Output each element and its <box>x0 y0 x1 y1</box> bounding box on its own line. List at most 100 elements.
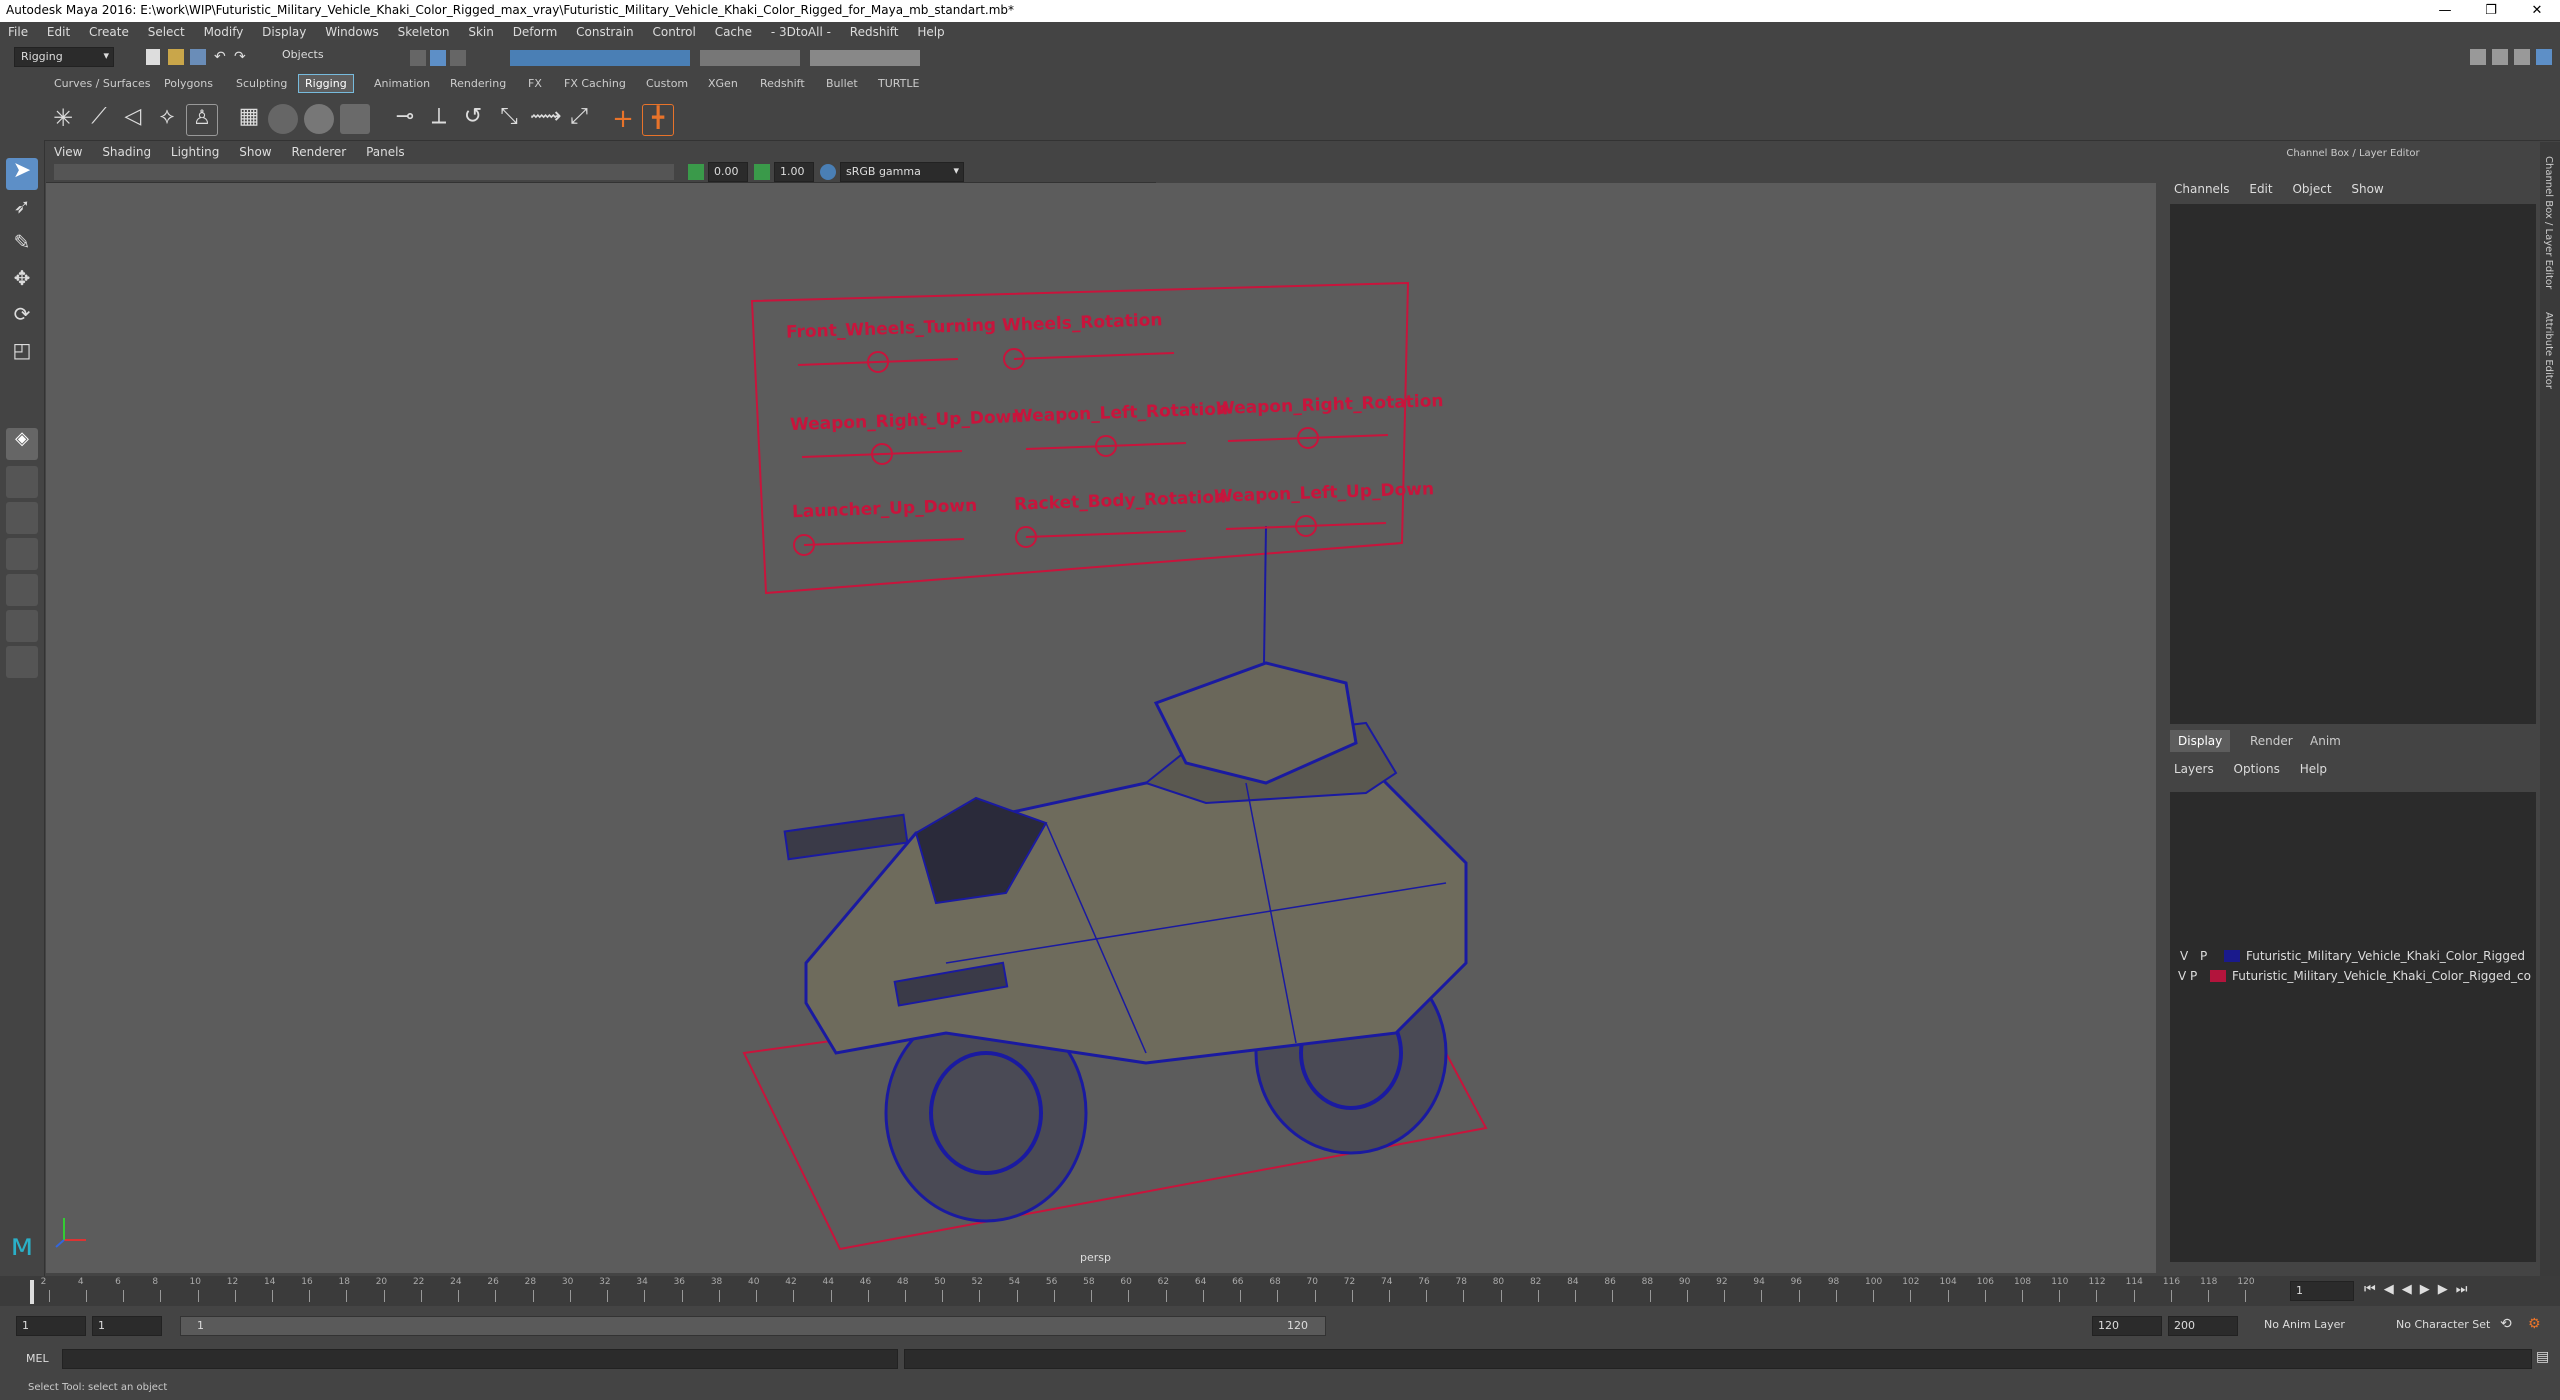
cluster-icon[interactable] <box>268 104 298 134</box>
layout-icon[interactable] <box>2492 49 2508 65</box>
save-scene-icon[interactable] <box>190 49 206 65</box>
layer-visibility-toggle[interactable]: V <box>2180 949 2188 963</box>
select-tool-icon[interactable]: ➤ <box>6 158 38 190</box>
panel-menu-shading[interactable]: Shading <box>94 142 159 159</box>
help-menu[interactable]: Help <box>2292 762 2335 776</box>
preferences-icon[interactable]: ⚙ <box>2528 1316 2546 1334</box>
layout-list-icon[interactable] <box>6 574 38 606</box>
shelf-tab-fx-caching[interactable]: FX Caching <box>564 77 626 90</box>
current-time-marker[interactable] <box>30 1280 34 1304</box>
shelf-tab-sculpting[interactable]: Sculpting <box>236 77 287 90</box>
menu-deform[interactable]: Deform <box>505 22 565 39</box>
move-tool-icon[interactable]: ✥ <box>6 266 38 298</box>
exposure-icon[interactable] <box>688 164 704 180</box>
color-space-dropdown[interactable]: sRGB gamma ▾ <box>840 162 964 182</box>
channel-box-area[interactable] <box>2170 204 2536 724</box>
channels-menu[interactable]: Channels <box>2166 182 2238 196</box>
paint-select-icon[interactable]: ✎ <box>6 230 38 262</box>
ik-handle-icon[interactable]: ⟋ <box>84 104 114 134</box>
edit-menu[interactable]: Edit <box>2241 182 2280 196</box>
parent-constraint-icon[interactable]: ⊸ <box>390 104 420 134</box>
layer-color-swatch[interactable] <box>2224 950 2240 962</box>
shelf-tab-rigging[interactable]: Rigging <box>298 74 354 93</box>
shelf-tab-turtle[interactable]: TURTLE <box>878 77 919 90</box>
vehicle-model[interactable] <box>783 661 1468 1223</box>
menu-file[interactable]: File <box>0 22 35 39</box>
shelf-tab-fx[interactable]: FX <box>528 77 542 90</box>
anim-layer-dropdown[interactable]: No Anim Layer <box>2264 1318 2345 1331</box>
side-tab-attribute-editor[interactable]: Attribute Editor <box>2543 312 2554 389</box>
panel-menu-panels[interactable]: Panels <box>358 142 413 159</box>
lasso-tool-icon[interactable]: ➶ <box>6 194 38 226</box>
four-view-icon[interactable] <box>6 466 38 498</box>
menu-3dtoall[interactable]: - 3DtoAll - <box>763 22 838 39</box>
menu-create[interactable]: Create <box>81 22 136 39</box>
paint-weights-icon[interactable] <box>340 104 370 134</box>
layer-playback-toggle[interactable]: P <box>2190 969 2197 983</box>
single-view-icon[interactable]: ◈ <box>6 428 38 460</box>
layout-icon[interactable] <box>2470 49 2486 65</box>
end-time-field[interactable]: 200 <box>2168 1316 2238 1336</box>
menu-modify[interactable]: Modify <box>196 22 251 39</box>
set-driven-key-icon[interactable]: ╋ <box>642 104 674 136</box>
time-slider[interactable]: 2 4 6 8 10 12 14 16 18 20 22 24 26 28 30 32 34 36 38 40 42 44… <box>0 1276 2560 1306</box>
gamma-icon[interactable] <box>754 164 770 180</box>
restore-button[interactable]: ❐ <box>2468 0 2514 22</box>
shelf-tab-custom[interactable]: Custom <box>646 77 688 90</box>
select-component-icon[interactable] <box>450 50 466 66</box>
menu-constrain[interactable]: Constrain <box>568 22 641 39</box>
start-time-field[interactable]: 1 <box>16 1316 86 1336</box>
layer-playback-toggle[interactable]: P <box>2200 949 2207 963</box>
ik-spline-icon[interactable]: ◁ <box>118 104 148 134</box>
shelf-tab-xgen[interactable]: XGen <box>708 77 738 90</box>
command-input[interactable] <box>62 1349 898 1369</box>
layer-visibility-toggle[interactable]: V <box>2178 969 2186 983</box>
minimize-button[interactable]: — <box>2422 0 2468 22</box>
shelf-tab-curves[interactable]: Curves / Surfaces <box>54 77 151 90</box>
rotate-tool-icon[interactable]: ⟳ <box>6 302 38 334</box>
select-hierarchy-icon[interactable] <box>410 50 426 66</box>
persp-graph-icon[interactable] <box>6 538 38 570</box>
gamma-field[interactable]: 1.00 <box>774 162 814 182</box>
character-set-dropdown[interactable]: No Character Set <box>2396 1318 2490 1331</box>
options-menu[interactable]: Options <box>2226 762 2288 776</box>
playback-controls[interactable]: ⏮◀◀▶▶⏭ <box>2364 1282 2475 1297</box>
layer-tab-display[interactable]: Display <box>2170 730 2231 752</box>
layer-tab-anim[interactable]: Anim <box>2302 730 2349 752</box>
color-management-icon[interactable] <box>820 164 836 180</box>
current-frame-field[interactable]: 1 <box>2290 1281 2354 1301</box>
show-menu[interactable]: Show <box>2343 182 2391 196</box>
panel-menu-view[interactable]: View <box>46 142 90 159</box>
joint-tool-icon[interactable]: ✳ <box>48 104 78 134</box>
open-scene-icon[interactable] <box>168 49 184 65</box>
perspective-viewport[interactable]: Front_Wheels_Turning Wheels_Rotation Weapo… <box>46 183 2156 1273</box>
locator-icon[interactable]: + <box>608 104 638 134</box>
close-button[interactable]: ✕ <box>2514 0 2560 22</box>
menu-select[interactable]: Select <box>140 22 192 39</box>
menu-display[interactable]: Display <box>254 22 313 39</box>
layout-icon[interactable] <box>2514 49 2530 65</box>
humanik-icon[interactable]: ♙ <box>186 104 218 136</box>
menu-skeleton[interactable]: Skeleton <box>390 22 457 39</box>
menu-cache[interactable]: Cache <box>707 22 759 39</box>
bind-skin-icon[interactable] <box>304 104 334 134</box>
auto-key-icon[interactable]: ⟲ <box>2500 1316 2518 1334</box>
select-object-icon[interactable] <box>430 50 446 66</box>
layout-hypershade-icon[interactable] <box>6 646 38 678</box>
menu-help[interactable]: Help <box>909 22 951 39</box>
render-icons-group[interactable] <box>810 50 920 66</box>
lattice-icon[interactable]: ▦ <box>234 104 264 134</box>
scale-tool-icon[interactable]: ◰ <box>6 338 38 370</box>
layer-row[interactable]: V P Futuristic_Military_Vehicle_Khaki_Co… <box>2170 966 2536 986</box>
shelf-tab-animation[interactable]: Animation <box>374 77 430 90</box>
shelf-tab-rendering[interactable]: Rendering <box>450 77 506 90</box>
layout-custom-icon[interactable] <box>6 610 38 642</box>
command-language-label[interactable]: MEL <box>26 1352 49 1365</box>
point-constraint-icon[interactable]: ⟂ <box>424 104 454 134</box>
snap-icons-group[interactable] <box>510 50 690 66</box>
insert-joint-icon[interactable]: ⟡ <box>152 104 182 134</box>
selection-mode-dropdown[interactable]: Objects <box>282 48 378 66</box>
layers-menu[interactable]: Layers <box>2166 762 2222 776</box>
new-scene-icon[interactable] <box>146 49 160 65</box>
side-tab-channel-box[interactable]: Channel Box / Layer Editor <box>2543 156 2554 289</box>
